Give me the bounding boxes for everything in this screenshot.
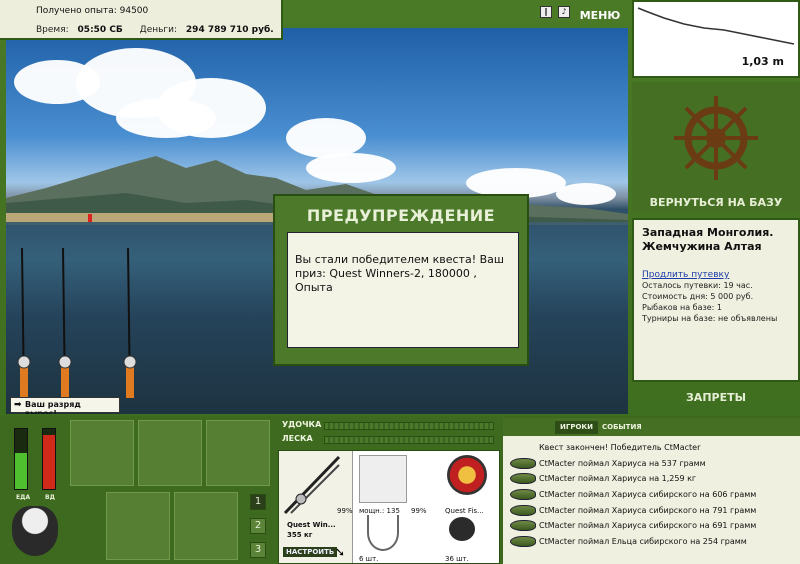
rod-weight: 355 кг (287, 531, 313, 539)
bans-button[interactable]: ЗАПРЕТЫ (632, 391, 800, 409)
base-panel (632, 82, 800, 212)
tool-slot[interactable] (206, 420, 270, 486)
events-tabs: ИГРОКИ СОБЫТИЯ (503, 418, 800, 436)
menu-button[interactable]: МЕНЮ (578, 4, 622, 24)
rod-bar-label: УДОЧКА (282, 420, 322, 429)
tackle-box-slot[interactable] (70, 420, 134, 486)
location-title: Западная Монголия. Жемчужина Алтая (642, 226, 774, 253)
rod-percent: 99% (337, 507, 353, 515)
food-meter-label: ЕДА (16, 494, 31, 501)
tension-bars: УДОЧКА ЛЕСКА (278, 418, 498, 448)
game-screen: ПРЕДУПРЕЖДЕНИЕ Вы стали победителем квес… (0, 0, 800, 564)
depth-panel: 1,03 m (632, 0, 800, 78)
rank-up-text: Ваш разряд вырос! (25, 400, 81, 414)
bait-count: 36 шт. (445, 555, 469, 563)
line-bar-row: ЛЕСКА (278, 434, 498, 446)
warning-title: ПРЕДУПРЕЖДЕНИЕ (306, 206, 496, 225)
fish-icon (510, 520, 536, 532)
depth-value: 1,03 m (741, 55, 784, 68)
permit-remaining: Осталось путевки: 19 час. (642, 281, 753, 290)
groundbait-basket-slot[interactable] (106, 492, 170, 560)
event-row: CtMacter поймал Хариуса на 537 грамм (503, 456, 800, 472)
extend-permit-link[interactable]: Продлить путевку (642, 270, 790, 280)
warning-message: Вы стали победителем квеста! Ваш приз: Q… (287, 232, 519, 348)
reel-power: мощн.: 135 (359, 507, 400, 515)
page-button-3[interactable]: 3 (250, 542, 266, 558)
event-row: CtMacter поймал Хариуса сибирского на 79… (503, 503, 800, 519)
arrow-expand-icon[interactable]: ➘ (335, 545, 345, 559)
fishing-rods[interactable] (6, 238, 146, 398)
fish-icon (510, 473, 536, 485)
backpack-slot[interactable] (138, 420, 202, 486)
ship-wheel-icon[interactable] (670, 92, 762, 184)
rod-name: Quest Win... (287, 521, 336, 529)
fish-icon (510, 489, 536, 501)
warning-dialog[interactable]: ПРЕДУПРЕЖДЕНИЕ Вы стали победителем квес… (273, 194, 529, 366)
line-bar-label: ЛЕСКА (282, 434, 313, 443)
tab-events[interactable]: СОБЫТИЯ (597, 421, 647, 434)
lure-icon[interactable] (447, 455, 487, 495)
sound-icon[interactable]: ♪ (558, 6, 570, 18)
setup-button[interactable]: НАСТРОИТЬ (283, 547, 338, 557)
experience-label: Получено опыта: (36, 6, 117, 16)
events-list: Квест закончен! Победитель CtMacter CtMa… (503, 440, 800, 550)
water-meter (42, 428, 56, 490)
reel-icon[interactable] (359, 455, 407, 503)
rod-tension-bar (324, 422, 494, 430)
fish-icon (510, 457, 536, 469)
time-value: 05:50 СБ (77, 25, 123, 35)
float-bobber (88, 214, 92, 222)
hook-icon[interactable] (367, 515, 399, 551)
pause-icon[interactable]: ∥ (540, 6, 552, 18)
water-meter-label: ВД (45, 494, 55, 501)
player-info-panel: Получено опыта: 94500 Время: 05:50 СБ Де… (0, 0, 283, 40)
lake-scene[interactable]: ПРЕДУПРЕЖДЕНИЕ Вы стали победителем квес… (6, 28, 628, 414)
event-quest-finished: Квест закончен! Победитель CtMacter (539, 443, 701, 452)
rank-up-toast[interactable]: ➡ Ваш разряд вырос! (10, 397, 120, 414)
event-row: CtMacter поймал Хариуса сибирского на 69… (503, 518, 800, 534)
money-label: Деньги: (139, 25, 178, 35)
fish-icon (510, 504, 536, 516)
arrow-right-icon: ➡ (14, 400, 22, 410)
events-panel: ИГРОКИ СОБЫТИЯ Квест закончен! Победител… (503, 418, 800, 564)
page-button-1[interactable]: 1 (250, 494, 266, 510)
cauldron-icon[interactable] (12, 506, 58, 556)
day-cost: Стоимость дня: 5 000 руб. (642, 292, 754, 301)
tab-players[interactable]: ИГРОКИ (555, 421, 598, 434)
bait-fly-icon[interactable] (449, 517, 475, 541)
return-to-base-button[interactable]: ВЕРНУТЬСЯ НА БАЗУ (632, 196, 800, 214)
lure-label: Quest Fis... (445, 507, 484, 515)
rod-bar-row: УДОЧКА (278, 420, 498, 432)
rod-icon (283, 455, 341, 515)
hooks-count: 6 шт. (359, 555, 379, 563)
reel-percent: 99% (411, 507, 427, 515)
money-value: 294 789 710 руб. (185, 25, 274, 35)
tournaments-info: Турниры на базе: не объявлены (642, 314, 778, 323)
location-card: Западная Монголия. Жемчужина Алтая Продл… (632, 218, 800, 382)
line-tension-bar (324, 436, 494, 444)
experience-value: 94500 (119, 6, 149, 16)
bucket-slot[interactable] (174, 492, 238, 560)
anglers-count: Рыбаков на базе: 1 (642, 303, 722, 312)
rod-cell[interactable]: 99% Quest Win... 355 кг НАСТРОИТЬ ➘ (279, 451, 353, 563)
fish-icon (510, 536, 536, 548)
event-row: CtMacter поймал Ельца сибирского на 254 … (503, 534, 800, 550)
tackle-panel: 99% Quest Win... 355 кг НАСТРОИТЬ ➘ мощн… (278, 450, 500, 564)
time-label: Время: (36, 25, 69, 35)
page-button-2[interactable]: 2 (250, 518, 266, 534)
food-meter (14, 428, 28, 490)
event-row: CtMacter поймал Хариуса сибирского на 60… (503, 487, 800, 503)
event-row: CtMacter поймал Хариуса на 1,259 кг (503, 471, 800, 487)
